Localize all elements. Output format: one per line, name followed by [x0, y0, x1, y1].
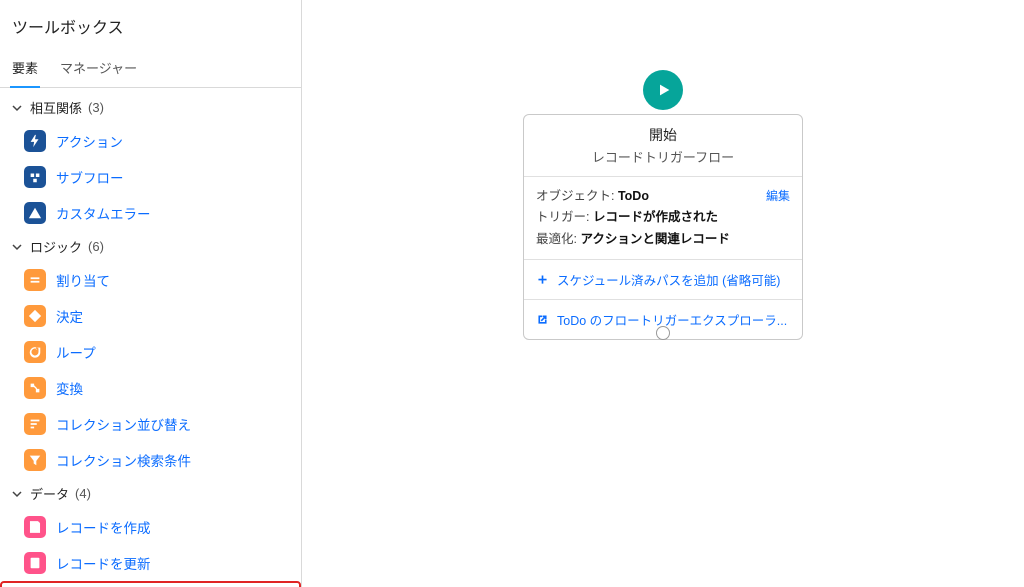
trigger-label: トリガー: — [536, 210, 589, 224]
toolbox-item-assignment[interactable]: 割り当て — [0, 262, 301, 298]
funnel-icon — [24, 449, 46, 471]
toolbox-sidebar: ツールボックス 要素 マネージャー 相互関係 (3) アクションサブフローカスタム… — [0, 0, 302, 587]
toolbox-item-sort[interactable]: コレクション並び替え — [0, 406, 301, 442]
add-node-circle[interactable] — [656, 326, 670, 340]
play-icon — [656, 82, 672, 98]
toolbox-item-label: レコードを作成 — [56, 517, 151, 537]
start-node-play[interactable] — [643, 70, 683, 110]
toolbox-item-action[interactable]: アクション — [0, 123, 301, 159]
add-node-connector[interactable] — [656, 326, 670, 340]
group-header-1[interactable]: ロジック (6) — [0, 231, 301, 262]
diamond-icon — [24, 305, 46, 327]
equals-icon — [24, 269, 46, 291]
bolt-icon — [24, 130, 46, 152]
chevron-down-icon — [10, 240, 24, 254]
toolbox-title: ツールボックス — [0, 0, 301, 50]
subflow-icon — [24, 166, 46, 188]
flow-canvas[interactable]: 開始 レコードトリガーフロー 編集 オブジェクト: ToDo トリガー: レコー… — [302, 0, 1024, 587]
start-subtitle: レコードトリガーフロー — [524, 147, 802, 176]
tab-elements[interactable]: 要素 — [10, 50, 40, 87]
object-value: ToDo — [618, 189, 649, 203]
optimize-value: アクションと関連レコード — [580, 232, 729, 246]
group-count: (4) — [75, 486, 91, 501]
toolbox-item-label: コレクション並び替え — [56, 414, 191, 434]
toolbox-item-customerr[interactable]: カスタムエラー — [0, 195, 301, 231]
toolbox-item-label: レコードを更新 — [56, 553, 151, 573]
plus-icon — [536, 273, 549, 286]
optimize-label: 最適化: — [536, 232, 577, 246]
toolbox-item-update[interactable]: レコードを更新 — [0, 545, 301, 581]
group-label: 相互関係 — [30, 98, 82, 117]
toolbox-item-get[interactable]: レコードを取得 — [0, 581, 301, 587]
group-header-2[interactable]: データ (4) — [0, 478, 301, 509]
toolbox-item-label: アクション — [56, 131, 123, 151]
recedit-icon — [24, 552, 46, 574]
start-title: 開始 — [524, 115, 802, 147]
group-label: ロジック — [30, 237, 82, 256]
group-count: (6) — [88, 239, 104, 254]
toolbox-item-label: サブフロー — [56, 167, 124, 187]
toolbox-item-label: 割り当て — [56, 270, 110, 290]
toolbox-item-label: コレクション検索条件 — [56, 450, 191, 470]
sort-icon — [24, 413, 46, 435]
group-label: データ — [30, 484, 69, 503]
toolbox-item-transform[interactable]: 変換 — [0, 370, 301, 406]
start-details: 編集 オブジェクト: ToDo トリガー: レコードが作成された 最適化: アク… — [524, 176, 802, 259]
start-edit-link[interactable]: 編集 — [766, 186, 790, 206]
add-scheduled-path-link[interactable]: スケジュール済みパスを追加 (省略可能) — [524, 259, 802, 299]
toolbox-item-loop[interactable]: ループ — [0, 334, 301, 370]
start-node-card[interactable]: 開始 レコードトリガーフロー 編集 オブジェクト: ToDo トリガー: レコー… — [523, 114, 803, 340]
trigger-value: レコードが作成された — [593, 210, 718, 224]
chevron-down-icon — [10, 101, 24, 115]
toolbox-item-decision[interactable]: 決定 — [0, 298, 301, 334]
group-header-0[interactable]: 相互関係 (3) — [0, 92, 301, 123]
flow-trigger-explorer-label: ToDo のフロートリガーエクスプローラ... — [557, 310, 787, 329]
object-label: オブジェクト: — [536, 189, 614, 203]
add-scheduled-path-label: スケジュール済みパスを追加 (省略可能) — [557, 270, 780, 289]
toolbox-item-label: 決定 — [56, 306, 83, 326]
toolbox-item-label: カスタムエラー — [56, 203, 151, 223]
loop-icon — [24, 341, 46, 363]
toolbox-tabs: 要素 マネージャー — [0, 50, 301, 88]
toolbox-tree: 相互関係 (3) アクションサブフローカスタムエラーロジック (6) 割り当て決定ル… — [0, 88, 301, 587]
transform-icon — [24, 377, 46, 399]
toolbox-item-create[interactable]: レコードを作成 — [0, 509, 301, 545]
toolbox-item-filter[interactable]: コレクション検索条件 — [0, 442, 301, 478]
chevron-down-icon — [10, 487, 24, 501]
toolbox-item-subflow[interactable]: サブフロー — [0, 159, 301, 195]
external-link-icon — [536, 313, 549, 326]
warn-icon — [24, 202, 46, 224]
toolbox-item-label: 変換 — [56, 378, 83, 398]
tab-manager[interactable]: マネージャー — [58, 50, 139, 87]
toolbox-item-label: ループ — [56, 342, 96, 362]
recplus-icon — [24, 516, 46, 538]
group-count: (3) — [88, 100, 104, 115]
